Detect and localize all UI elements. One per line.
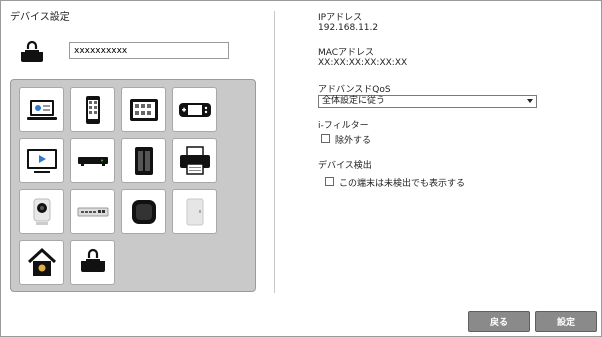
tile-webcam[interactable] [19, 189, 64, 234]
network-switch-icon [77, 207, 108, 216]
webcam-icon [33, 198, 50, 225]
tile-device-lock[interactable] [70, 240, 115, 285]
nas-icon [134, 146, 153, 175]
generic-device-icon [186, 198, 203, 225]
column-divider [274, 11, 275, 293]
tile-nas[interactable] [121, 138, 166, 183]
smartphone-icon [85, 95, 100, 124]
device-detect-checkbox-label: この端末は未検出でも表示する [339, 179, 466, 189]
page-title: デバイス設定 [10, 12, 70, 23]
ip-address-label: IPアドレス [318, 13, 363, 23]
tile-smart-home[interactable] [19, 240, 64, 285]
tile-tablet[interactable] [121, 87, 166, 132]
filter-exclude-checkbox[interactable] [321, 134, 330, 143]
tile-tv[interactable] [19, 138, 64, 183]
tile-generic-device[interactable] [172, 189, 217, 234]
ip-address-value: 192.168.11.2 [318, 23, 379, 33]
printer-icon [179, 145, 210, 175]
chevron-down-icon [527, 99, 533, 103]
back-button[interactable]: 戻る [468, 311, 530, 332]
set-top-box-icon [77, 156, 108, 166]
device-lock-icon [80, 248, 105, 272]
smart-home-icon [27, 247, 56, 276]
device-name-input[interactable] [69, 42, 229, 59]
device-lock-icon [19, 40, 45, 66]
device-detect-label: デバイス検出 [318, 161, 372, 171]
tv-icon [26, 148, 57, 173]
filter-label: i-フィルター [318, 121, 369, 131]
tile-network-switch[interactable] [70, 189, 115, 234]
save-button[interactable]: 設定 [535, 311, 597, 332]
device-settings-panel: デバイス設定 xxxxxxxxxx IPアドレス 192.168.11.2 MA… [0, 0, 602, 337]
mac-address-value: XX:XX:XX:XX:XX:XX [318, 58, 408, 68]
tile-set-top-box[interactable] [70, 138, 115, 183]
qos-label: アドバンスドQoS [318, 85, 391, 95]
tablet-icon [129, 98, 158, 121]
smart-speaker-icon [131, 199, 156, 224]
laptop-icon [26, 99, 57, 120]
tile-smart-speaker[interactable] [121, 189, 166, 234]
tile-laptop[interactable] [19, 87, 64, 132]
filter-exclude-label: 除外する [335, 136, 372, 146]
tile-printer[interactable] [172, 138, 217, 183]
game-console-icon [178, 102, 211, 117]
qos-select[interactable]: 全体設定に従う [318, 95, 537, 108]
device-icon-grid [10, 79, 256, 292]
mac-address-label: MACアドレス [318, 48, 375, 58]
tile-smartphone[interactable] [70, 87, 115, 132]
qos-select-value: 全体設定に従う [322, 96, 386, 106]
tile-game-console[interactable] [172, 87, 217, 132]
device-detect-checkbox[interactable] [325, 177, 334, 186]
